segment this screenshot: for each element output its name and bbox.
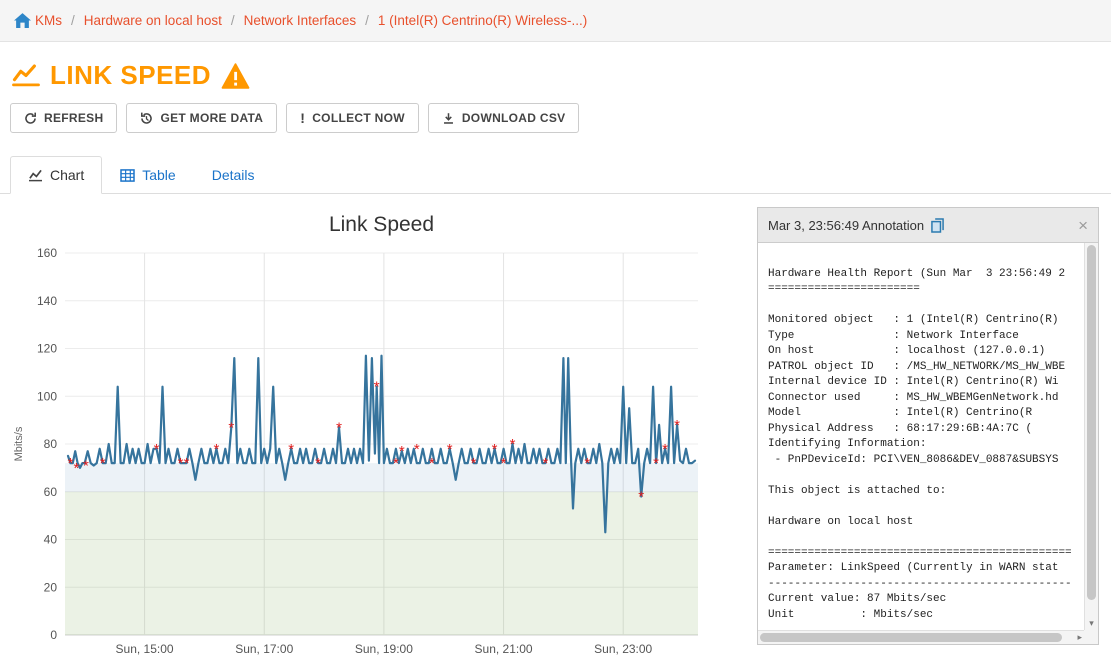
warn-marker: * bbox=[100, 455, 106, 472]
collect-now-button[interactable]: ! COLLECT NOW bbox=[286, 103, 419, 133]
table-tab-icon bbox=[120, 169, 135, 182]
refresh-label: REFRESH bbox=[44, 111, 103, 125]
exclamation-icon: ! bbox=[300, 111, 305, 125]
tab-bar: Chart Table Details bbox=[0, 155, 1111, 194]
vertical-scroll-thumb[interactable] bbox=[1087, 245, 1096, 600]
breadcrumb-item-network-interfaces[interactable]: Network Interfaces bbox=[244, 13, 357, 28]
warn-marker: * bbox=[288, 441, 294, 458]
download-csv-button[interactable]: DOWNLOAD CSV bbox=[428, 103, 580, 133]
copy-icon[interactable] bbox=[931, 218, 944, 233]
x-tick-label: Sun, 19:00 bbox=[355, 642, 413, 656]
y-tick-label: 40 bbox=[44, 533, 58, 547]
warn-marker: * bbox=[184, 455, 190, 472]
get-more-data-button[interactable]: GET MORE DATA bbox=[126, 103, 277, 133]
scroll-right-icon[interactable]: ▸ bbox=[1077, 632, 1082, 643]
x-tick-label: Sun, 23:00 bbox=[594, 642, 652, 656]
y-tick-label: 60 bbox=[44, 485, 58, 499]
annotation-panel: Mar 3, 23:56:49 Annotation × Hardware He… bbox=[757, 207, 1099, 645]
breadcrumb-item-kms[interactable]: KMs bbox=[35, 13, 62, 28]
y-tick-label: 80 bbox=[44, 437, 58, 451]
history-icon bbox=[140, 112, 153, 125]
chart-area: 0 20 40 60 80 100 120 140 160 Sun, 15:00 Sun, 17:0… bbox=[8, 205, 720, 663]
annotation-text: Hardware Health Report (Sun Mar 3 23:56:… bbox=[758, 243, 1098, 623]
breadcrumb-separator: / bbox=[71, 13, 75, 28]
collect-now-label: COLLECT NOW bbox=[312, 111, 405, 125]
annotation-title: Mar 3, 23:56:49 Annotation bbox=[768, 218, 924, 233]
warn-marker: * bbox=[213, 441, 219, 458]
annotation-body: Hardware Health Report (Sun Mar 3 23:56:… bbox=[758, 243, 1098, 644]
vertical-scrollbar[interactable]: ▾ bbox=[1084, 243, 1098, 630]
warn-marker: * bbox=[542, 455, 548, 472]
link-speed-chart[interactable]: 0 20 40 60 80 100 120 140 160 Sun, 15:00 Sun, 17:0… bbox=[8, 205, 720, 663]
line-chart-icon bbox=[12, 64, 40, 87]
tab-table-label: Table bbox=[142, 167, 175, 183]
warn-marker: * bbox=[501, 455, 507, 472]
tab-details[interactable]: Details bbox=[194, 156, 273, 194]
warn-marker: * bbox=[374, 379, 380, 396]
toolbar: REFRESH GET MORE DATA ! COLLECT NOW DOWN… bbox=[10, 103, 579, 133]
refresh-icon bbox=[24, 112, 37, 125]
chart-tab-icon bbox=[28, 169, 43, 182]
warn-marker: * bbox=[638, 489, 644, 506]
warn-marker: * bbox=[399, 443, 405, 460]
warn-marker: * bbox=[228, 419, 234, 436]
refresh-button[interactable]: REFRESH bbox=[10, 103, 117, 133]
warn-marker: * bbox=[73, 460, 79, 477]
tab-chart[interactable]: Chart bbox=[10, 156, 102, 194]
chart-title: Link Speed bbox=[329, 213, 434, 236]
y-tick-label: 160 bbox=[37, 246, 57, 260]
horizontal-scroll-thumb[interactable] bbox=[760, 633, 1062, 642]
home-icon[interactable] bbox=[14, 13, 31, 28]
y-axis-label: Mbits/s bbox=[13, 426, 25, 461]
warn-marker: * bbox=[154, 441, 160, 458]
page-title-row: LINK SPEED bbox=[12, 60, 250, 91]
breadcrumb-item-hardware[interactable]: Hardware on local host bbox=[84, 13, 222, 28]
warn-marker: * bbox=[471, 455, 477, 472]
close-icon[interactable]: × bbox=[1078, 217, 1088, 234]
download-csv-label: DOWNLOAD CSV bbox=[462, 111, 566, 125]
scrollbar-corner bbox=[1084, 630, 1098, 644]
y-tick-label: 0 bbox=[50, 628, 57, 642]
x-tick-label: Sun, 21:00 bbox=[475, 642, 533, 656]
warn-marker: * bbox=[492, 441, 498, 458]
y-tick-label: 20 bbox=[44, 580, 58, 594]
warn-marker: * bbox=[674, 417, 680, 434]
y-tick-label: 120 bbox=[37, 342, 57, 356]
warn-marker: * bbox=[414, 441, 420, 458]
warn-marker: * bbox=[510, 436, 516, 453]
scroll-down-icon[interactable]: ▾ bbox=[1085, 618, 1098, 629]
warning-icon[interactable] bbox=[221, 63, 250, 89]
page-title: LINK SPEED bbox=[50, 60, 211, 91]
warn-marker: * bbox=[584, 455, 590, 472]
warn-marker: * bbox=[429, 455, 435, 472]
warn-marker: * bbox=[315, 455, 321, 472]
tab-chart-label: Chart bbox=[50, 167, 84, 183]
warn-marker: * bbox=[662, 441, 668, 458]
ok-threshold-band bbox=[65, 492, 698, 635]
breadcrumb-item-device[interactable]: 1 (Intel(R) Centrino(R) Wireless-...) bbox=[378, 13, 587, 28]
y-tick-label: 100 bbox=[37, 389, 57, 403]
breadcrumb-separator: / bbox=[365, 13, 369, 28]
warn-marker: * bbox=[83, 458, 89, 475]
download-icon bbox=[442, 112, 455, 125]
annotation-header: Mar 3, 23:56:49 Annotation × bbox=[758, 208, 1098, 243]
y-tick-label: 140 bbox=[37, 294, 57, 308]
warn-marker: * bbox=[653, 455, 659, 472]
x-tick-label: Sun, 15:00 bbox=[116, 642, 174, 656]
warn-marker: * bbox=[336, 419, 342, 436]
tab-table[interactable]: Table bbox=[102, 156, 193, 194]
get-more-data-label: GET MORE DATA bbox=[160, 111, 263, 125]
warn-marker: * bbox=[447, 441, 453, 458]
breadcrumb: KMs / Hardware on local host / Network I… bbox=[0, 0, 1111, 42]
breadcrumb-separator: / bbox=[231, 13, 235, 28]
tab-details-label: Details bbox=[212, 167, 255, 183]
x-tick-label: Sun, 17:00 bbox=[235, 642, 293, 656]
horizontal-scrollbar[interactable]: ▸ bbox=[758, 630, 1084, 644]
